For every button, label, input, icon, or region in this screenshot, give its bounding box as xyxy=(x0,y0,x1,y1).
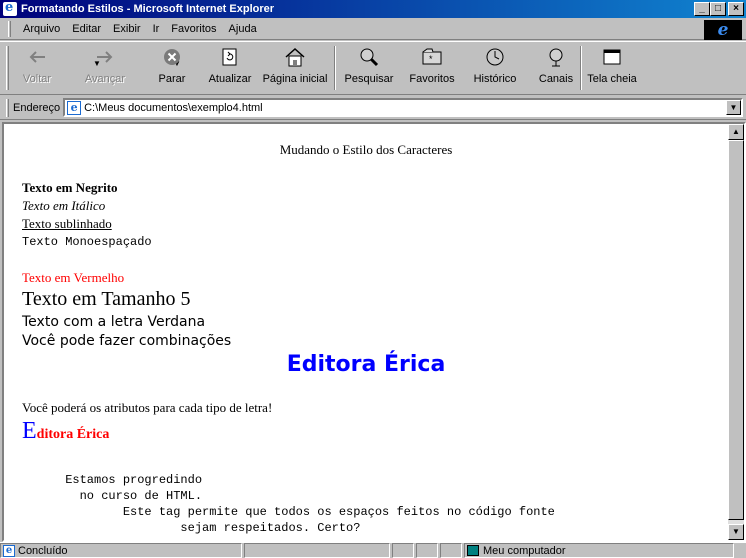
channels-label: Canais xyxy=(538,73,574,85)
forward-button[interactable]: Avançar xyxy=(76,42,134,94)
window-controls: _ □ × xyxy=(694,2,744,16)
menu-ir[interactable]: Ir xyxy=(147,23,166,35)
status-text-panel: e Concluído xyxy=(0,543,242,558)
maximize-button[interactable]: □ xyxy=(710,2,726,16)
channels-satellite-icon xyxy=(545,46,567,68)
page-icon: e xyxy=(67,100,82,115)
editora-initial-letter: E xyxy=(22,418,37,444)
address-label: Endereço xyxy=(13,101,61,114)
back-label: Voltar xyxy=(22,73,52,85)
history-label: Histórico xyxy=(473,73,517,85)
stop-icon xyxy=(161,46,183,68)
history-button[interactable]: Histórico xyxy=(470,42,520,94)
stop-button[interactable]: Parar xyxy=(152,42,192,94)
channels-button[interactable]: Canais xyxy=(536,42,576,94)
home-label: Página inicial xyxy=(262,73,328,85)
ie-app-icon xyxy=(3,0,17,16)
zone-text: Meu computador xyxy=(483,544,566,557)
status-panel-empty xyxy=(244,543,390,558)
pre-line: Estamos progredindo xyxy=(22,473,203,487)
home-icon xyxy=(284,46,306,68)
attributes-text: Você poderá os atributos para cada tipo … xyxy=(22,400,273,415)
status-panel-empty xyxy=(416,543,438,558)
back-arrow-icon xyxy=(26,46,48,68)
editora-rest: ditora Érica xyxy=(36,427,110,442)
minimize-button[interactable]: _ xyxy=(694,2,710,16)
address-value[interactable]: C:\Meus documentos\exemplo4.html xyxy=(84,102,263,114)
computer-icon xyxy=(467,545,479,556)
home-button[interactable]: Página inicial xyxy=(260,42,330,94)
fullscreen-label: Tela cheia xyxy=(587,73,637,85)
red-text: Texto em Vermelho xyxy=(22,270,125,285)
page-viewport[interactable]: Mudando o Estilo dos Caracteres Texto em… xyxy=(2,122,746,542)
favorites-label: Favoritos xyxy=(409,73,455,85)
menu-exibir[interactable]: Exibir xyxy=(107,23,147,35)
standard-toolbar: Voltar ▼ Avançar ▼ Parar Atualizar Págin… xyxy=(0,41,746,95)
address-input[interactable]: e C:\Meus documentos\exemplo4.html ▼ xyxy=(63,98,743,117)
italic-text: Texto em Itálico xyxy=(22,198,106,213)
search-button[interactable]: Pesquisar xyxy=(340,42,398,94)
window-title: Formatando Estilos - Microsoft Internet … xyxy=(21,3,275,15)
scroll-thumb[interactable] xyxy=(728,140,744,520)
toolbar-separator xyxy=(334,46,336,90)
svg-text:*: * xyxy=(429,54,433,64)
pre-line: no curso de HTML. xyxy=(22,489,203,503)
scroll-down-button[interactable]: ▼ xyxy=(728,524,744,540)
menu-favoritos[interactable]: Favoritos xyxy=(165,23,222,35)
forward-arrow-icon xyxy=(94,46,116,68)
underlined-text: Texto sublinhado xyxy=(22,216,112,231)
status-panel-empty xyxy=(440,543,462,558)
monospace-text: Texto Monoespaçado xyxy=(22,235,152,249)
close-button[interactable]: × xyxy=(728,2,744,16)
editora-mixed-text: Editora Érica xyxy=(22,418,109,445)
ie-throbber-logo: e xyxy=(704,20,742,40)
search-globe-icon xyxy=(358,46,380,68)
menu-arquivo[interactable]: Arquivo xyxy=(17,23,66,35)
menu-editar[interactable]: Editar xyxy=(66,23,107,35)
status-bar: e Concluído Meu computador xyxy=(0,542,746,558)
favorites-folder-icon: * xyxy=(421,46,443,68)
refresh-label: Atualizar xyxy=(208,73,252,85)
page-heading: Mudando o Estilo dos Caracteres xyxy=(279,142,453,157)
search-label: Pesquisar xyxy=(344,73,394,85)
pre-line: sejam respeitados. Certo? xyxy=(22,521,361,535)
menubar-grip[interactable] xyxy=(8,20,11,37)
menu-ajuda[interactable]: Ajuda xyxy=(223,23,263,35)
vertical-scrollbar[interactable]: ▲ ▼ xyxy=(728,124,744,540)
address-bar: Endereço e C:\Meus documentos\exemplo4.h… xyxy=(0,96,746,120)
addressbar-grip[interactable] xyxy=(6,98,9,117)
size5-text: Texto em Tamanho 5 xyxy=(22,288,191,310)
verdana-text: Texto com a letra Verdana xyxy=(22,314,206,330)
scroll-up-button[interactable]: ▲ xyxy=(728,124,744,140)
bold-text: Texto em Negrito xyxy=(22,180,118,195)
fullscreen-icon xyxy=(601,46,623,68)
back-button[interactable]: Voltar xyxy=(12,42,62,94)
title-bar: Formatando Estilos - Microsoft Internet … xyxy=(0,0,746,18)
stop-label: Parar xyxy=(158,73,186,85)
history-clock-icon xyxy=(484,46,506,68)
page-done-icon: e xyxy=(3,544,15,557)
status-text: Concluído xyxy=(18,544,68,557)
forward-label: Avançar xyxy=(84,73,126,85)
menu-bar: Arquivo Editar Exibir Ir Favoritos Ajuda xyxy=(0,18,746,40)
favorites-button[interactable]: * Favoritos xyxy=(406,42,458,94)
preformatted-block: Estamos progredindo no curso de HTML. Es… xyxy=(22,472,555,536)
pre-line: Este tag permite que todos os espaços fe… xyxy=(22,505,555,519)
address-dropdown-icon[interactable]: ▼ xyxy=(726,100,741,115)
editora-heading: Editora Érica xyxy=(286,352,446,377)
refresh-button[interactable]: Atualizar xyxy=(206,42,254,94)
security-zone-panel: Meu computador xyxy=(464,543,734,558)
toolbar-grip[interactable] xyxy=(6,46,9,90)
status-panel-empty xyxy=(392,543,414,558)
fullscreen-button[interactable]: Tela cheia xyxy=(586,42,638,94)
refresh-icon xyxy=(219,46,241,68)
toolbar-separator xyxy=(580,46,582,90)
page-content: Mudando o Estilo dos Caracteres Texto em… xyxy=(4,124,728,540)
combinations-text: Você pode fazer combinações xyxy=(22,333,232,349)
